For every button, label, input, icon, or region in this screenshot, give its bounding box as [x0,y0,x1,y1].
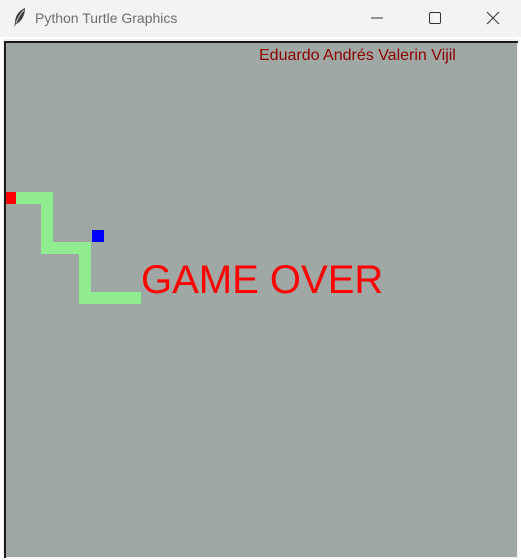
minimize-icon [371,17,383,19]
window-title: Python Turtle Graphics [35,10,178,26]
snake-head [6,192,16,204]
maximize-icon [429,12,441,24]
close-icon [486,11,500,25]
maximize-button[interactable] [406,0,464,37]
snake-body-segment [79,292,141,304]
minimize-button[interactable] [348,0,406,37]
game-canvas[interactable]: Eduardo Andrés Valerin Vijil GAME OVER [6,43,517,557]
food-item [92,230,104,242]
feather-icon [10,7,30,29]
close-button[interactable] [464,0,521,37]
author-label: Eduardo Andrés Valerin Vijil [259,47,456,64]
game-over-text: GAME OVER [141,258,384,302]
title-bar[interactable]: Python Turtle Graphics [0,0,521,37]
